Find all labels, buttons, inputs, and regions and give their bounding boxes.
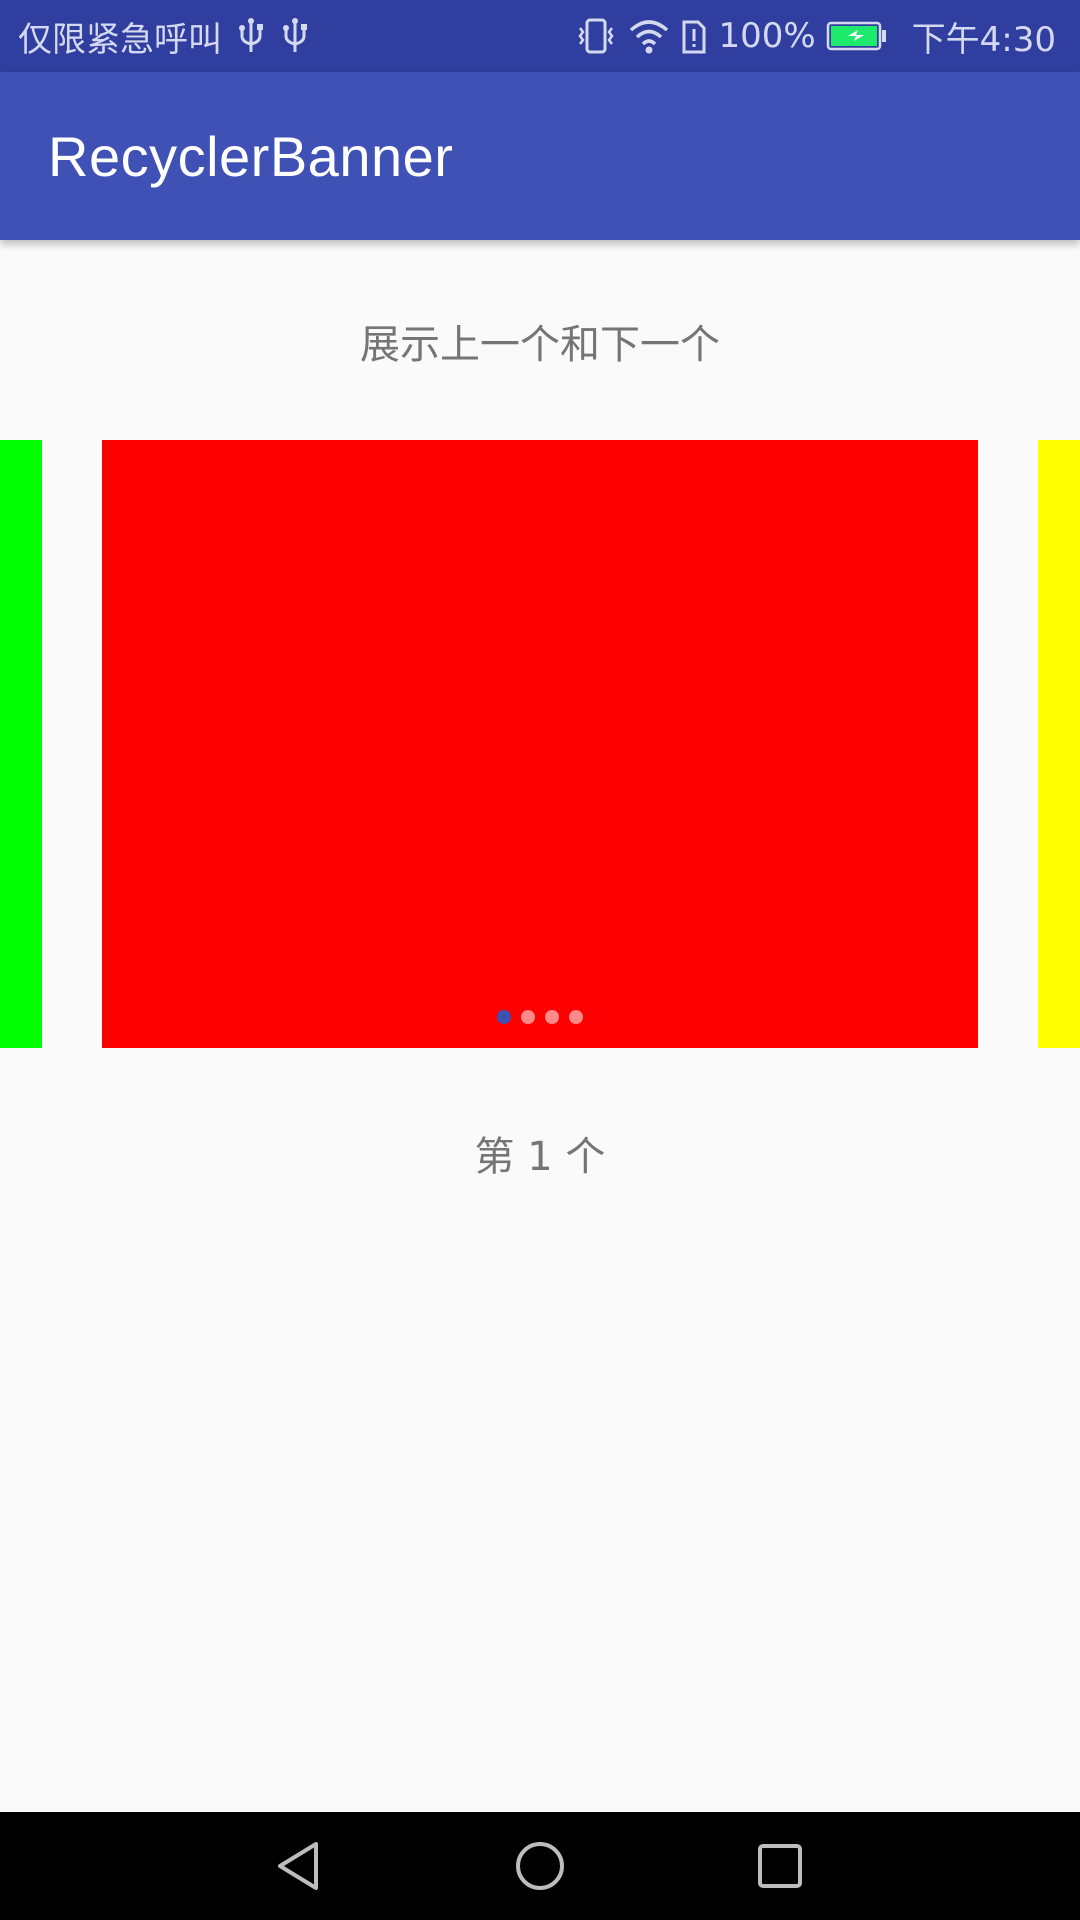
home-icon[interactable] (512, 1838, 568, 1894)
usb-icon (239, 18, 263, 52)
status-left: 仅限紧急呼叫 (18, 14, 310, 60)
page-counter: 第 1 个 (474, 1134, 606, 1180)
banner-page-next[interactable] (1038, 440, 1080, 1048)
banner-page-current[interactable] (102, 440, 978, 1048)
battery-charging-icon (826, 21, 886, 51)
sim-alert-icon (682, 20, 706, 54)
banner-carousel[interactable] (0, 440, 1080, 1048)
usb-icon (283, 18, 307, 52)
vibrate-icon (578, 18, 614, 54)
app-bar: RecyclerBanner (0, 72, 1080, 240)
wifi-icon (630, 20, 669, 54)
section-subtitle: 展示上一个和下一个 (360, 322, 720, 368)
indicator-dot-active (497, 1010, 511, 1024)
app-title: RecyclerBanner (48, 125, 454, 188)
status-carrier-text: 仅限紧急呼叫 (18, 19, 222, 60)
nav-bar (0, 1812, 1080, 1920)
back-icon[interactable] (272, 1838, 328, 1894)
screen: 仅限紧急呼叫 100% 下午4:30 RecyclerBanner 展示上一个和… (0, 0, 1080, 1920)
page-indicator (102, 1010, 978, 1024)
recents-icon[interactable] (752, 1838, 808, 1894)
status-time: 下午4:30 (911, 19, 1056, 60)
indicator-dot (521, 1010, 535, 1024)
battery-percent: 100% (718, 16, 816, 56)
indicator-dot (569, 1010, 583, 1024)
status-right: 100% 下午4:30 (574, 14, 1056, 60)
banner-page-prev[interactable] (0, 440, 42, 1048)
indicator-dot (545, 1010, 559, 1024)
status-bar: 仅限紧急呼叫 100% 下午4:30 (0, 0, 1080, 72)
